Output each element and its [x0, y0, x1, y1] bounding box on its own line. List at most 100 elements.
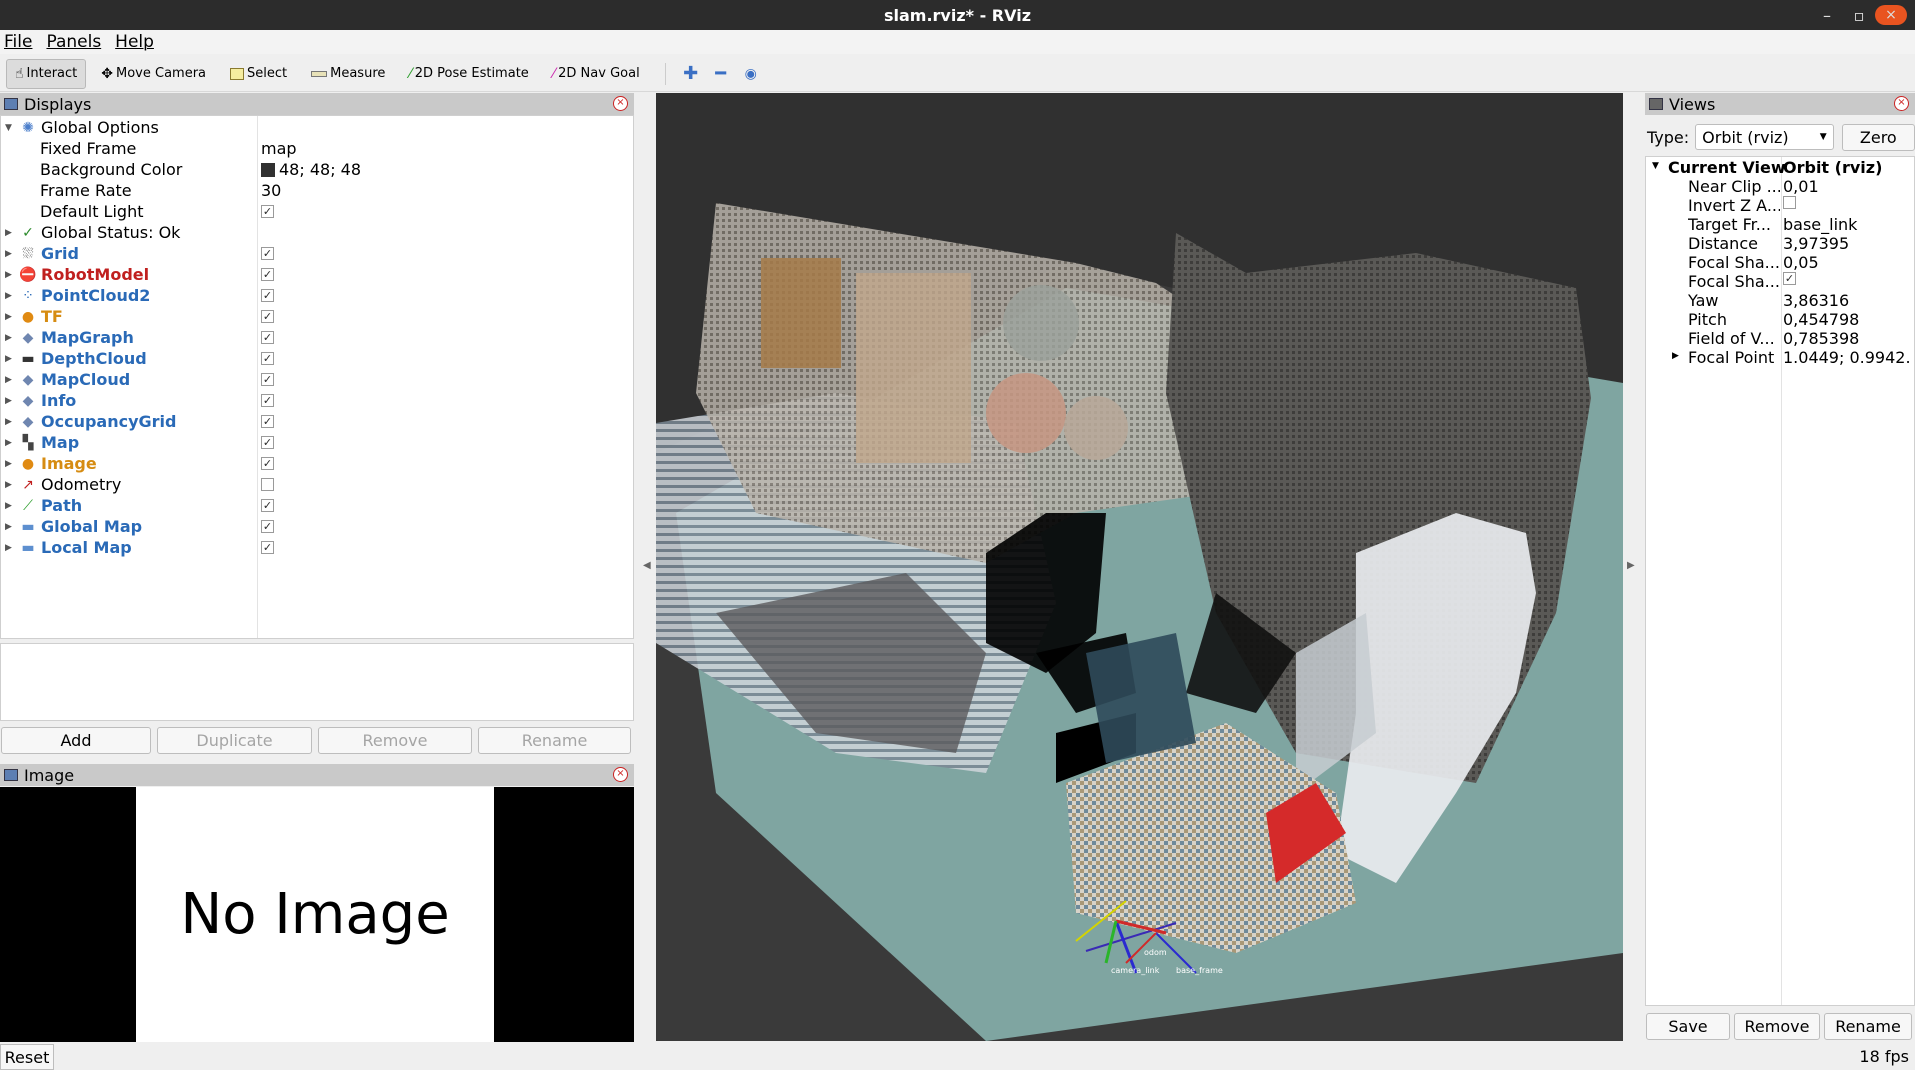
- display-enabled-checkbox[interactable]: ✓: [261, 436, 274, 449]
- view-type-select[interactable]: Orbit (rviz) ▼: [1695, 124, 1834, 150]
- display-item-local-map[interactable]: ▶ ▬ Local Map ✓: [1, 537, 633, 558]
- view-prop-value[interactable]: 0,785398: [1783, 329, 1911, 348]
- display-item-image[interactable]: ▶ ● Image ✓: [1, 453, 633, 474]
- frame-rate-row[interactable]: Frame Rate 30: [1, 180, 633, 201]
- expand-arrow-icon[interactable]: ▼: [1652, 161, 1659, 171]
- display-item-depthcloud[interactable]: ▶ ▬ DepthCloud ✓: [1, 348, 633, 369]
- display-enabled-checkbox[interactable]: ✓: [261, 520, 274, 533]
- minimize-button[interactable]: –: [1811, 6, 1843, 25]
- collapse-right-arrow-icon[interactable]: ▶: [1627, 560, 1635, 571]
- expand-arrow-icon[interactable]: ▼: [5, 123, 12, 133]
- display-enabled-checkbox[interactable]: ✓: [261, 289, 274, 302]
- view-prop-value[interactable]: 3,97395: [1783, 234, 1911, 253]
- zero-view-button[interactable]: Zero: [1841, 123, 1915, 151]
- view-prop-row[interactable]: Field of V... 0,785398: [1646, 329, 1914, 348]
- expand-arrow-icon[interactable]: ▶: [5, 543, 12, 553]
- view-prop-row[interactable]: ▶ Focal Point 1.0449; 0.9942...: [1646, 348, 1914, 367]
- display-enabled-checkbox[interactable]: ✓: [261, 499, 274, 512]
- view-prop-row[interactable]: Invert Z A...: [1646, 196, 1914, 215]
- view-prop-row[interactable]: Focal Sha... ✓: [1646, 272, 1914, 291]
- view-prop-row[interactable]: Distance 3,97395: [1646, 234, 1914, 253]
- expand-arrow-icon[interactable]: ▶: [5, 396, 12, 406]
- display-enabled-checkbox[interactable]: [261, 478, 274, 491]
- display-enabled-checkbox[interactable]: ✓: [261, 310, 274, 323]
- select-tool-button[interactable]: Select: [221, 59, 296, 89]
- display-item-path[interactable]: ▶ ⟋ Path ✓: [1, 495, 633, 516]
- expand-arrow-icon[interactable]: ▶: [5, 270, 12, 280]
- display-item-map[interactable]: ▶ ▚ Map ✓: [1, 432, 633, 453]
- display-enabled-checkbox[interactable]: ✓: [261, 352, 274, 365]
- remove-tool-button[interactable]: ━: [706, 59, 736, 89]
- camera-type-button[interactable]: ◉: [736, 59, 766, 89]
- expand-arrow-icon[interactable]: ▶: [5, 438, 12, 448]
- maximize-button[interactable]: ▫: [1843, 6, 1875, 25]
- expand-arrow-icon[interactable]: ▶: [5, 312, 12, 322]
- close-views-panel-icon[interactable]: ×: [1894, 96, 1909, 111]
- save-view-button[interactable]: Save: [1646, 1013, 1730, 1040]
- display-enabled-checkbox[interactable]: ✓: [261, 268, 274, 281]
- expand-arrow-icon[interactable]: ▶: [5, 459, 12, 469]
- display-enabled-checkbox[interactable]: ✓: [261, 457, 274, 470]
- view-prop-row[interactable]: Target Fr... base_link: [1646, 215, 1914, 234]
- display-item-occupancygrid[interactable]: ▶ ◆ OccupancyGrid ✓: [1, 411, 633, 432]
- expand-arrow-icon[interactable]: ▶: [1672, 351, 1679, 361]
- fixed-frame-row[interactable]: Fixed Frame map: [1, 138, 633, 159]
- current-view-row[interactable]: ▼ Current View Orbit (rviz): [1646, 158, 1914, 177]
- display-enabled-checkbox[interactable]: ✓: [261, 394, 274, 407]
- menu-help[interactable]: Help: [115, 32, 154, 52]
- expand-arrow-icon[interactable]: ▶: [5, 480, 12, 490]
- collapse-left-arrow-icon[interactable]: ◀: [643, 560, 651, 571]
- remove-display-button[interactable]: Remove: [318, 727, 472, 754]
- nav-goal-tool-button[interactable]: ⁄ 2D Nav Goal: [544, 59, 649, 89]
- global-status-row[interactable]: ▶ ✓ Global Status: Ok: [1, 222, 633, 243]
- view-prop-value[interactable]: base_link: [1783, 215, 1911, 234]
- display-enabled-checkbox[interactable]: ✓: [261, 415, 274, 428]
- expand-arrow-icon[interactable]: ▶: [5, 522, 12, 532]
- add-tool-button[interactable]: ✚: [676, 59, 706, 89]
- background-color-value[interactable]: 48; 48; 48: [261, 160, 361, 179]
- view-prop-row[interactable]: Pitch 0,454798: [1646, 310, 1914, 329]
- expand-arrow-icon[interactable]: ▶: [5, 354, 12, 364]
- view-prop-value[interactable]: 0,454798: [1783, 310, 1911, 329]
- display-item-global-map[interactable]: ▶ ▬ Global Map ✓: [1, 516, 633, 537]
- view-prop-value[interactable]: 1.0449; 0.9942...: [1783, 348, 1911, 367]
- default-light-checkbox[interactable]: ✓: [261, 205, 274, 218]
- display-item-mapcloud[interactable]: ▶ ◆ MapCloud ✓: [1, 369, 633, 390]
- interact-tool-button[interactable]: ☝ Interact: [6, 58, 87, 89]
- expand-arrow-icon[interactable]: ▶: [5, 417, 12, 427]
- display-enabled-checkbox[interactable]: ✓: [261, 373, 274, 386]
- background-color-row[interactable]: Background Color 48; 48; 48: [1, 159, 633, 180]
- display-item-mapgraph[interactable]: ▶ ◆ MapGraph ✓: [1, 327, 633, 348]
- rename-display-button[interactable]: Rename: [478, 727, 631, 754]
- fixed-frame-value[interactable]: map: [261, 139, 297, 158]
- expand-arrow-icon[interactable]: ▶: [5, 291, 12, 301]
- display-item-info[interactable]: ▶ ◆ Info ✓: [1, 390, 633, 411]
- display-item-robotmodel[interactable]: ▶ ⛔ RobotModel ✓: [1, 264, 633, 285]
- default-light-row[interactable]: Default Light ✓: [1, 201, 633, 222]
- view-prop-value[interactable]: 0,05: [1783, 253, 1911, 272]
- expand-arrow-icon[interactable]: ▶: [5, 249, 12, 259]
- reset-button[interactable]: Reset: [0, 1044, 54, 1070]
- move-camera-tool-button[interactable]: ✥ Move Camera: [92, 59, 215, 89]
- pose-estimate-tool-button[interactable]: ⁄ 2D Pose Estimate: [400, 59, 537, 89]
- display-item-pointcloud2[interactable]: ▶ ⁘ PointCloud2 ✓: [1, 285, 633, 306]
- 3d-render-viewport[interactable]: odom camera_link base_frame: [656, 93, 1623, 1041]
- remove-view-button[interactable]: Remove: [1734, 1013, 1820, 1040]
- close-image-panel-icon[interactable]: ×: [613, 767, 628, 782]
- rename-view-button[interactable]: Rename: [1824, 1013, 1912, 1040]
- menu-panels[interactable]: Panels: [46, 32, 101, 52]
- view-prop-checkbox[interactable]: [1783, 196, 1796, 209]
- expand-arrow-icon[interactable]: ▶: [5, 333, 12, 343]
- view-prop-row[interactable]: Yaw 3,86316: [1646, 291, 1914, 310]
- close-window-button[interactable]: ×: [1875, 5, 1907, 25]
- display-item-tf[interactable]: ▶ ● TF ✓: [1, 306, 633, 327]
- expand-arrow-icon[interactable]: ▶: [5, 228, 12, 238]
- display-item-grid[interactable]: ▶ ⛆ Grid ✓: [1, 243, 633, 264]
- display-enabled-checkbox[interactable]: ✓: [261, 247, 274, 260]
- frame-rate-value[interactable]: 30: [261, 181, 281, 200]
- add-display-button[interactable]: Add: [1, 727, 151, 754]
- global-options-row[interactable]: ▼ ✺ Global Options: [1, 117, 633, 138]
- view-prop-value[interactable]: 0,01: [1783, 177, 1911, 196]
- view-prop-value[interactable]: 3,86316: [1783, 291, 1911, 310]
- display-enabled-checkbox[interactable]: ✓: [261, 331, 274, 344]
